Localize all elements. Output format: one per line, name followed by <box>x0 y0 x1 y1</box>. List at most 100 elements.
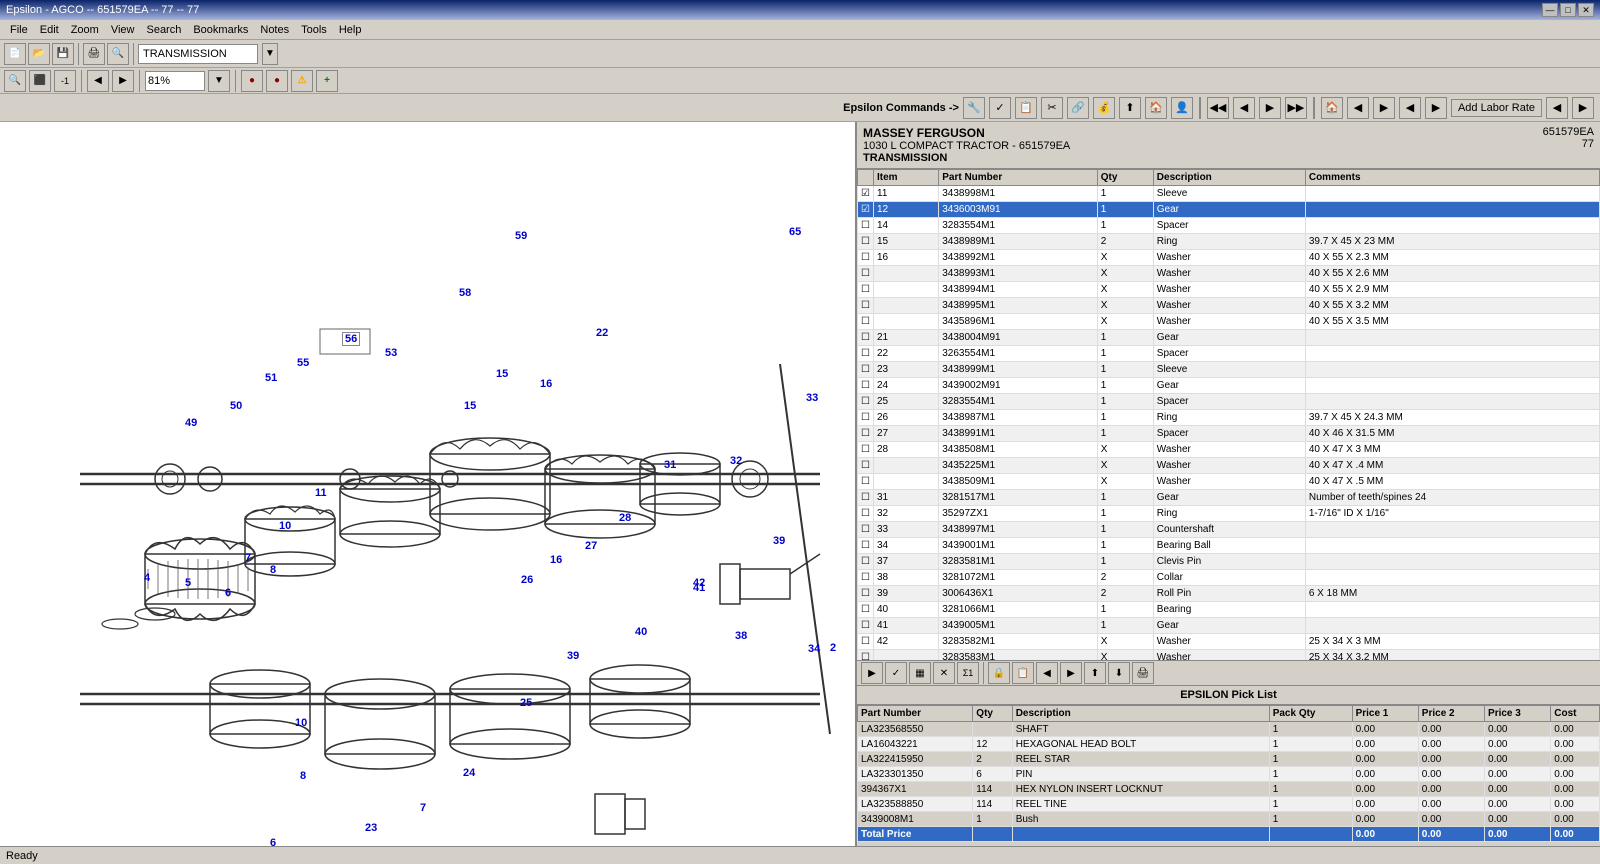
eps-icon19[interactable]: ◀ <box>1546 97 1568 119</box>
eps-icon18[interactable]: ▶ <box>1425 97 1447 119</box>
diagram-number-8b[interactable]: 8 <box>300 770 306 782</box>
diagram-number-25[interactable]: 25 <box>520 697 532 709</box>
pt-play-btn[interactable]: ▶ <box>861 662 883 684</box>
row-checkbox[interactable]: ☐ <box>858 650 874 661</box>
table-row[interactable]: ☐ 41 3439005M1 1 Gear <box>858 618 1600 634</box>
eps-icon7[interactable]: ⬆ <box>1119 97 1141 119</box>
diagram-number-8[interactable]: 8 <box>270 564 276 576</box>
row-checkbox[interactable]: ☐ <box>858 618 874 634</box>
table-row[interactable]: ☑ 11 3438998M1 1 Sleeve <box>858 186 1600 202</box>
row-checkbox[interactable]: ☐ <box>858 298 874 314</box>
row-checkbox[interactable]: ☐ <box>858 426 874 442</box>
list-item[interactable]: 3439008M1 1 Bush 1 0.00 0.00 0.00 0.00 <box>858 812 1600 827</box>
dropdown-arrow[interactable]: ▼ <box>262 43 278 65</box>
table-row[interactable]: ☐ 37 3283581M1 1 Clevis Pin <box>858 554 1600 570</box>
row-checkbox[interactable]: ☐ <box>858 330 874 346</box>
tb2-btn4[interactable]: ◀ <box>87 70 109 92</box>
pt-btn9[interactable]: ▶ <box>1060 662 1082 684</box>
diagram-number-4[interactable]: 4 <box>144 572 150 584</box>
tb2-search[interactable]: 🔍 <box>4 70 26 92</box>
diagram-number-39[interactable]: 39 <box>773 535 785 547</box>
zoom-in-btn[interactable]: ● <box>266 70 288 92</box>
diagram-number-6[interactable]: 6 <box>225 587 231 599</box>
diagram-number-16[interactable]: 16 <box>540 378 552 390</box>
eps-icon9[interactable]: 👤 <box>1171 97 1193 119</box>
row-checkbox[interactable]: ☐ <box>858 378 874 394</box>
diagram-number-5[interactable]: 5 <box>185 577 191 589</box>
eps-icon12[interactable]: ▶ <box>1259 97 1281 119</box>
row-checkbox[interactable]: ☑ <box>858 202 874 218</box>
table-row[interactable]: ☐ 42 3283582M1 X Washer 25 X 34 X 3 MM <box>858 634 1600 650</box>
pt-check-btn[interactable]: ✓ <box>885 662 907 684</box>
parts-table-container[interactable]: Item Part Number Qty Description Comment… <box>857 169 1600 660</box>
table-row[interactable]: ☐ 25 3283554M1 1 Spacer <box>858 394 1600 410</box>
diagram-number-26[interactable]: 26 <box>521 574 533 586</box>
diagram-number-28[interactable]: 28 <box>619 512 631 524</box>
table-row[interactable]: ☐ 31 3281517M1 1 Gear Number of teeth/sp… <box>858 490 1600 506</box>
eps-icon14[interactable]: 🏠 <box>1321 97 1343 119</box>
diagram-number-42[interactable]: 42 <box>693 577 705 589</box>
save-button[interactable]: 💾 <box>52 43 74 65</box>
table-row[interactable]: ☐ 21 3438004M91 1 Gear <box>858 330 1600 346</box>
diagram-number-15[interactable]: 15 <box>496 368 508 380</box>
pt-btn6[interactable]: 🔒 <box>988 662 1010 684</box>
diagram-number-11[interactable]: 11 <box>315 487 327 499</box>
print-button[interactable]: 🖨 <box>83 43 105 65</box>
table-row[interactable]: ☐ 23 3438999M1 1 Sleeve <box>858 362 1600 378</box>
diagram-number-24[interactable]: 24 <box>463 767 475 779</box>
table-row[interactable]: ☐ 3438995M1 X Washer 40 X 55 X 3.2 MM <box>858 298 1600 314</box>
table-row[interactable]: ☐ 3435896M1 X Washer 40 X 55 X 3.5 MM <box>858 314 1600 330</box>
table-row[interactable]: ☐ 16 3438992M1 X Washer 40 X 55 X 2.3 MM <box>858 250 1600 266</box>
row-checkbox[interactable]: ☐ <box>858 634 874 650</box>
row-checkbox[interactable]: ☐ <box>858 522 874 538</box>
table-row[interactable]: ☐ 14 3283554M1 1 Spacer <box>858 218 1600 234</box>
eps-icon3[interactable]: 📋 <box>1015 97 1037 119</box>
diagram-number-23[interactable]: 23 <box>365 822 377 834</box>
row-checkbox[interactable]: ☐ <box>858 314 874 330</box>
eps-icon4[interactable]: ✂ <box>1041 97 1063 119</box>
eps-icon16[interactable]: ▶ <box>1373 97 1395 119</box>
menu-item-bookmarks[interactable]: Bookmarks <box>187 22 254 38</box>
row-checkbox[interactable]: ☐ <box>858 458 874 474</box>
diagram-number-56[interactable]: 56 <box>342 332 360 346</box>
table-row[interactable]: ☐ 26 3438987M1 1 Ring 39.7 X 45 X 24.3 M… <box>858 410 1600 426</box>
table-row[interactable]: ☐ 40 3281066M1 1 Bearing <box>858 602 1600 618</box>
diagram-number-49[interactable]: 49 <box>185 417 197 429</box>
table-row[interactable]: ☐ 27 3438991M1 1 Spacer 40 X 46 X 31.5 M… <box>858 426 1600 442</box>
table-row[interactable]: ☐ 15 3438989M1 2 Ring 39.7 X 45 X 23 MM <box>858 234 1600 250</box>
diagram-number-16b[interactable]: 16 <box>550 554 562 566</box>
menu-item-edit[interactable]: Edit <box>34 22 65 38</box>
menu-item-file[interactable]: File <box>4 22 34 38</box>
eps-icon6[interactable]: 💰 <box>1093 97 1115 119</box>
menu-item-view[interactable]: View <box>105 22 141 38</box>
tb2-btn5[interactable]: ▶ <box>112 70 134 92</box>
row-checkbox[interactable]: ☐ <box>858 570 874 586</box>
list-item[interactable]: Total Price 0.00 0.00 0.00 0.00 <box>858 827 1600 842</box>
row-checkbox[interactable]: ☐ <box>858 266 874 282</box>
tb2-warn[interactable]: ⚠ <box>291 70 313 92</box>
menu-item-search[interactable]: Search <box>140 22 187 38</box>
tb2-btn2[interactable]: ⬛ <box>29 70 51 92</box>
row-checkbox[interactable]: ☐ <box>858 362 874 378</box>
list-item[interactable]: LA322415950 2 REEL STAR 1 0.00 0.00 0.00… <box>858 752 1600 767</box>
row-checkbox[interactable]: ☐ <box>858 410 874 426</box>
diagram-number-27[interactable]: 27 <box>585 540 597 552</box>
eps-icon5[interactable]: 🔗 <box>1067 97 1089 119</box>
eps-icon1[interactable]: 🔧 <box>963 97 985 119</box>
diagram-number-38[interactable]: 38 <box>735 630 747 642</box>
pt-num-btn[interactable]: Σ1 <box>957 662 979 684</box>
eps-icon2[interactable]: ✓ <box>989 97 1011 119</box>
diagram-number-53[interactable]: 53 <box>385 347 397 359</box>
preview-button[interactable]: 🔍 <box>107 43 129 65</box>
diagram-area[interactable]: 1223456677888101011151516161922232425262… <box>0 122 857 846</box>
maximize-button[interactable]: □ <box>1560 3 1576 17</box>
row-checkbox[interactable]: ☐ <box>858 506 874 522</box>
pt-btn7[interactable]: 📋 <box>1012 662 1034 684</box>
diagram-number-39b[interactable]: 39 <box>567 650 579 662</box>
eps-icon8[interactable]: 🏠 <box>1145 97 1167 119</box>
diagram-number-10[interactable]: 10 <box>279 520 291 532</box>
diagram-number-22[interactable]: 22 <box>596 327 608 339</box>
row-checkbox[interactable]: ☑ <box>858 186 874 202</box>
menu-item-tools[interactable]: Tools <box>295 22 333 38</box>
zoom-arrow[interactable]: ▼ <box>208 70 230 92</box>
